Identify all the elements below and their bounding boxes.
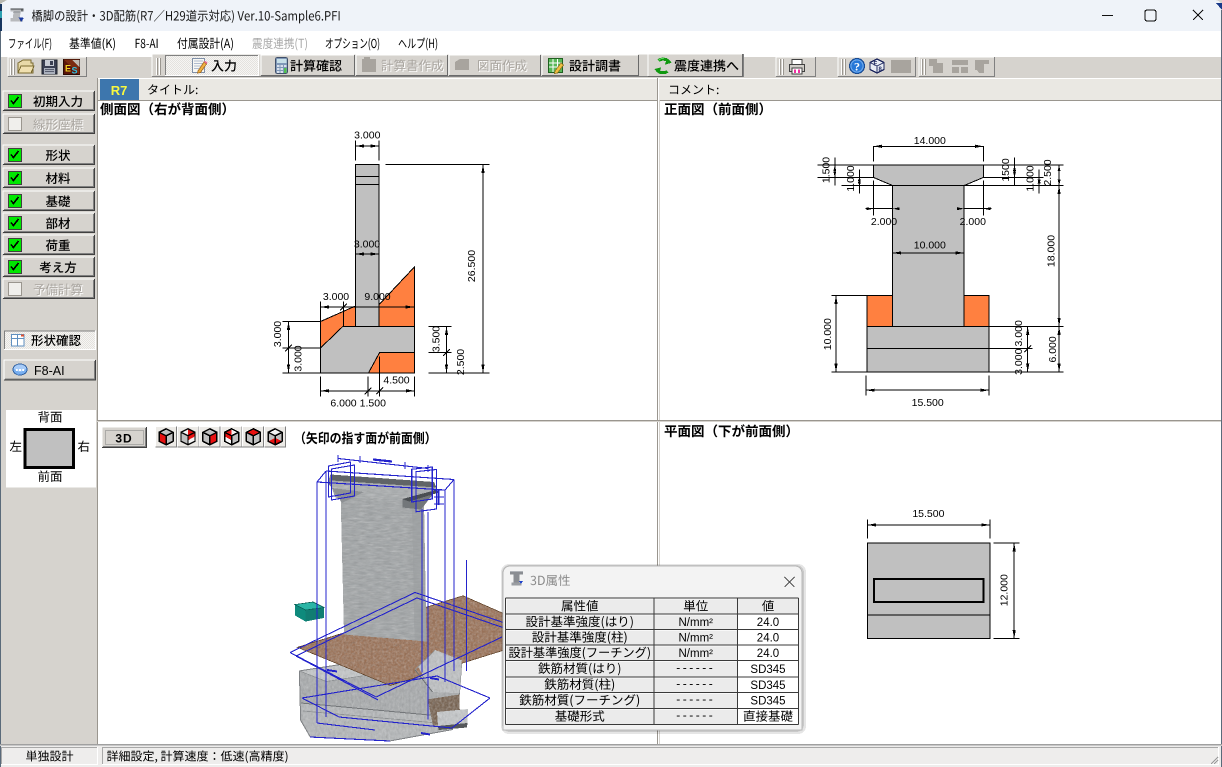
svg-text:24.0: 24.0 [757,617,779,629]
svg-text:S: S [72,66,78,76]
svg-text:24.0: 24.0 [757,633,779,645]
svg-text:?: ? [854,60,860,74]
svg-text:3D: 3D [115,432,132,446]
svg-text:F8-AI: F8-AI [34,364,65,378]
svg-text:------: ------ [676,676,715,690]
svg-text:6.000: 6.000 [1047,336,1059,362]
svg-text:12.000: 12.000 [999,574,1011,606]
svg-text:3.000: 3.000 [292,345,304,371]
svg-text:3.000: 3.000 [354,238,380,250]
svg-text:26.500: 26.500 [466,250,478,282]
svg-text:9.000: 9.000 [364,291,390,303]
svg-text:18.000: 18.000 [1045,235,1057,267]
svg-text:SD345: SD345 [750,680,785,692]
svg-text:------: ------ [676,692,715,706]
svg-text:N/mm²: N/mm² [679,648,714,660]
svg-text:3.000: 3.000 [1013,320,1025,346]
svg-text:N/mm²: N/mm² [679,633,714,645]
svg-text:2.000: 2.000 [871,216,897,228]
svg-text:2.500: 2.500 [455,349,467,375]
svg-text:N/mm²: N/mm² [679,617,714,629]
svg-text:3.000: 3.000 [1013,348,1025,374]
svg-text:15.500: 15.500 [912,397,944,409]
svg-text:------: ------ [676,660,715,674]
svg-text:SD345: SD345 [750,664,785,676]
svg-text:24.0: 24.0 [757,648,779,660]
svg-text:10.000: 10.000 [914,239,946,251]
svg-text:3.500: 3.500 [430,326,442,352]
svg-text:F: F [874,62,878,68]
svg-text:15.500: 15.500 [912,508,944,520]
svg-text:4.500: 4.500 [383,374,409,386]
svg-text:3.000: 3.000 [272,321,284,347]
svg-text:2.500: 2.500 [1042,159,1054,185]
svg-text:10.000: 10.000 [822,318,834,350]
svg-text:R7: R7 [111,83,128,98]
svg-text:3.000: 3.000 [323,291,349,303]
svg-text:E: E [65,64,71,74]
svg-text:1.500: 1.500 [360,397,386,409]
svg-text:SD345: SD345 [750,696,785,708]
svg-text:------: ------ [676,708,715,722]
svg-text:14.000: 14.000 [914,135,946,147]
svg-text:1500: 1500 [1000,158,1012,182]
svg-text:1.000: 1.000 [845,165,857,191]
svg-text:1.000: 1.000 [1024,165,1036,191]
svg-text:6.000: 6.000 [330,397,356,409]
svg-text:1.500: 1.500 [820,157,832,183]
svg-text:3.000: 3.000 [354,129,380,141]
svg-text:2.000: 2.000 [960,216,986,228]
